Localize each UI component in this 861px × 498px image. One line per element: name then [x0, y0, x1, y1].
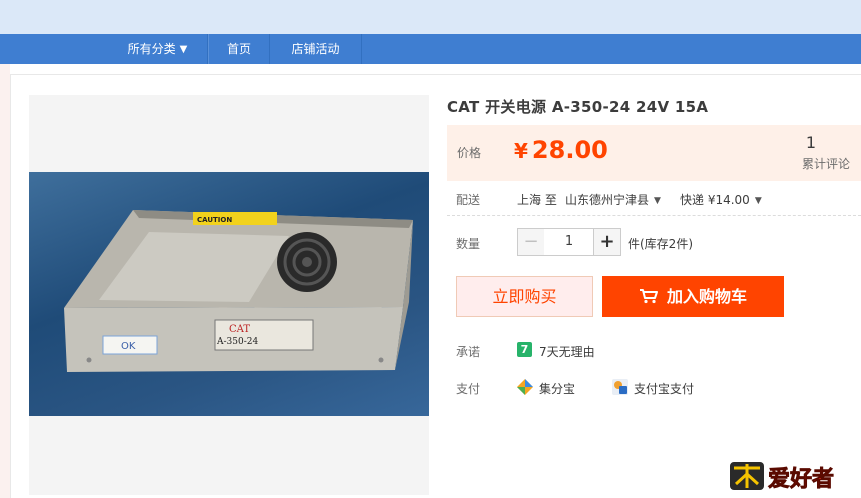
price-amount: 28.00: [531, 136, 608, 164]
seven-day-badge-icon: 7: [517, 342, 532, 357]
price-value: ¥28.00: [514, 136, 608, 164]
ship-destination-select[interactable]: 山东德州宁津县 ▼: [565, 191, 661, 208]
nav-home-label: 首页: [226, 42, 251, 56]
promise-text[interactable]: 7天无理由: [539, 343, 595, 360]
shipping-label: 配送: [456, 193, 481, 207]
model-text: A-350-24: [216, 337, 258, 347]
buy-now-button[interactable]: 立即购买: [456, 276, 593, 317]
ship-destination-value: 山东德州宁津县: [565, 193, 650, 207]
quantity-input[interactable]: 1: [544, 228, 594, 256]
product-photo[interactable]: CAUTION CAT A-350-24 OK: [29, 172, 429, 416]
product-gallery: CAUTION CAT A-350-24 OK: [29, 95, 429, 495]
nav-shop-activities-label: 店铺活动: [291, 42, 340, 56]
payment-label: 支付: [456, 382, 481, 396]
nav-shop-activities[interactable]: 店铺活动: [270, 34, 362, 64]
watermark-logo-icon: 爱好者: [730, 462, 834, 492]
quantity-label: 数量: [456, 237, 481, 251]
add-to-cart-label: 加入购物车: [666, 287, 747, 306]
left-decor-band: [0, 64, 10, 498]
watermark-text: 爱好者: [768, 466, 834, 492]
nav-all-categories-label: 所有分类: [127, 42, 176, 56]
review-count[interactable]: 1: [796, 133, 826, 152]
nav-home[interactable]: 首页: [208, 34, 270, 64]
ship-method-select[interactable]: 快递 ¥14.00 ▼: [680, 191, 762, 208]
stock-text: 件(库存2件): [628, 237, 693, 251]
payment-option-alipay[interactable]: 支付宝支付: [634, 380, 694, 397]
quantity-decrease-button[interactable]: −: [517, 228, 545, 256]
dropdown-arrow-icon: ▼: [654, 196, 661, 206]
brand-text: CAT: [229, 324, 250, 335]
ship-from: 上海 至: [517, 193, 557, 207]
caution-text: CAUTION: [197, 216, 232, 224]
currency-symbol: ¥: [514, 139, 528, 163]
promise-label: 承诺: [456, 345, 481, 359]
forum-watermark-logo: 爱好者: [728, 454, 854, 494]
ship-method-value: 快递 ¥14.00: [680, 193, 750, 207]
quantity-increase-button[interactable]: +: [593, 228, 621, 256]
shop-nav-bar: 所有分类 ▼ 首页 店铺活动: [0, 34, 861, 64]
section-divider: [447, 215, 861, 216]
payment-option-jifenbao[interactable]: 集分宝: [539, 380, 575, 397]
power-supply-image: CAUTION CAT A-350-24 OK: [64, 210, 413, 372]
caret-down-icon: ▼: [179, 44, 188, 55]
product-title: CAT 开关电源 A-350-24 24V 15A: [447, 98, 709, 116]
price-label: 价格: [457, 146, 482, 160]
ok-tag-text: OK: [121, 341, 136, 352]
jifenbao-icon: [517, 379, 533, 395]
dropdown-arrow-icon: ▼: [754, 196, 762, 206]
review-label[interactable]: 累计评论: [802, 155, 850, 172]
alipay-icon: [612, 379, 628, 395]
top-banner: [0, 0, 861, 34]
cart-icon: [639, 289, 658, 304]
add-to-cart-button[interactable]: 加入购物车: [602, 276, 784, 317]
price-panel: 价格 ¥28.00 1 累计评论: [447, 125, 861, 181]
nav-all-categories[interactable]: 所有分类 ▼: [108, 34, 208, 64]
